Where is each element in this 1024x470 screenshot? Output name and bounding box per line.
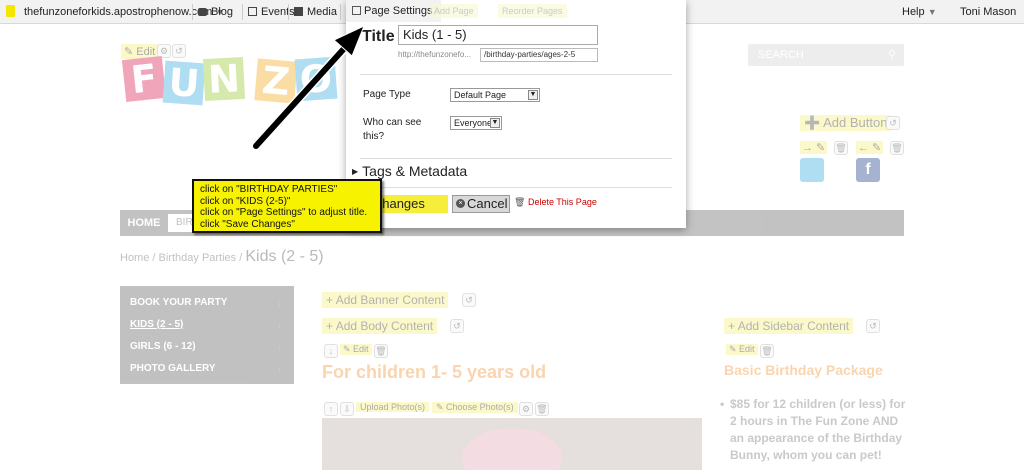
callout-line: click on "KIDS (2-5)" [200, 195, 291, 207]
callout-line: click on "BIRTHDAY PARTIES" [200, 184, 338, 195]
instruction-callout: click on "BIRTHDAY PARTIES" click on "KI… [192, 179, 382, 233]
callout-line: click on "Page Settings" to adjust title… [200, 207, 368, 218]
callout-line: click "Save Changes" [200, 218, 295, 230]
annotation-arrow [251, 25, 365, 151]
